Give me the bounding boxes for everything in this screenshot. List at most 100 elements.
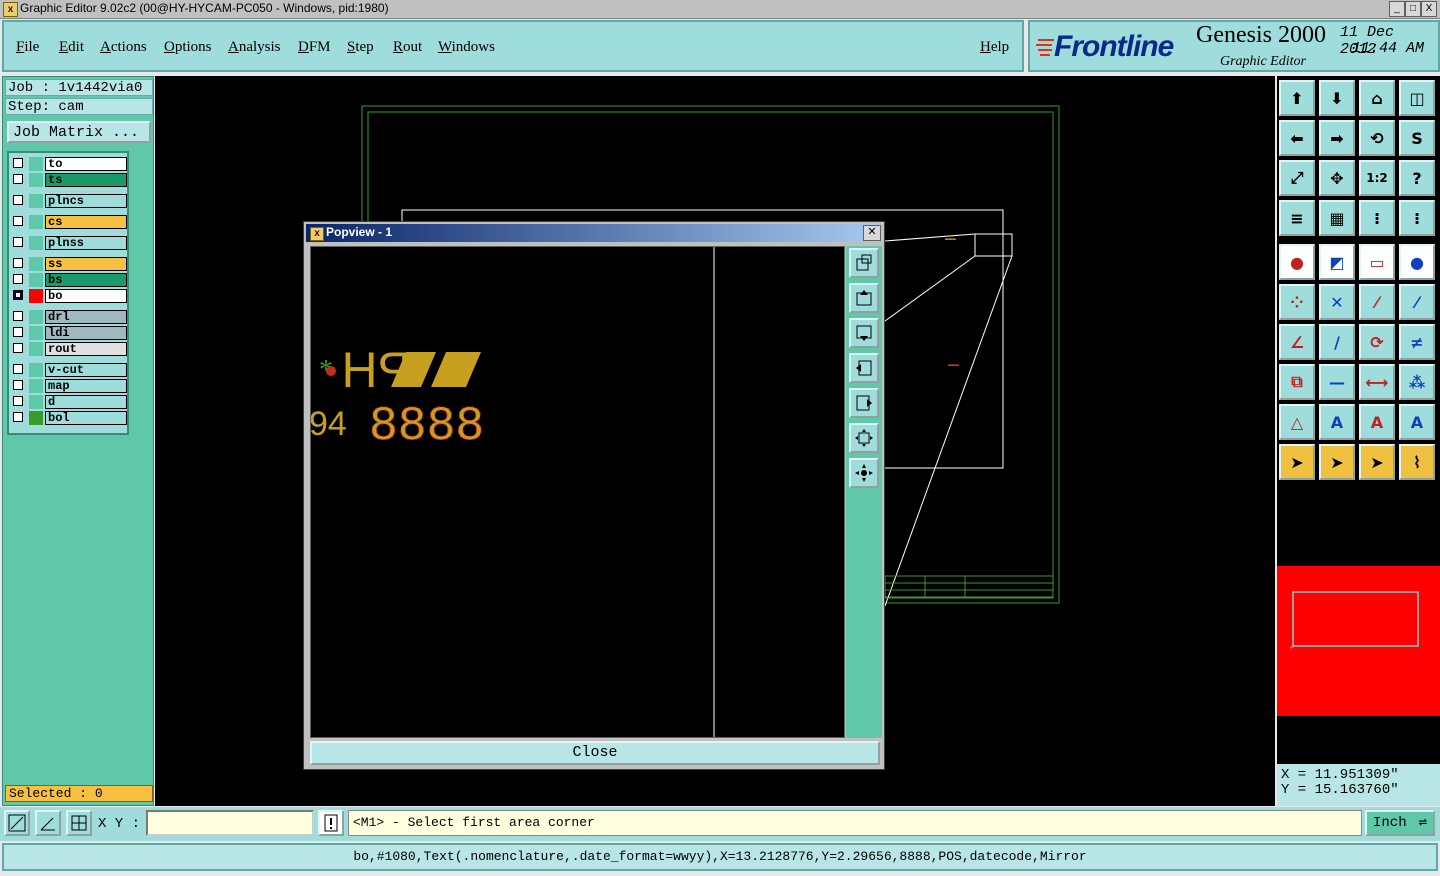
layer-color-swatch[interactable] [29,342,43,356]
pan-down-icon[interactable] [849,318,879,348]
maximize-button[interactable]: □ [1405,1,1421,17]
layer-color-swatch[interactable] [29,310,43,324]
close-window-button[interactable]: X [1421,1,1437,17]
layer-name[interactable]: d [45,395,127,409]
layer-checkbox[interactable] [13,343,23,353]
layer-row-ts[interactable]: ts [11,173,127,187]
pan-left-icon[interactable]: ⬅ [1279,120,1315,156]
layer-row-bo[interactable]: bo [11,289,127,303]
layer-checkbox[interactable] [13,237,23,247]
measure-icon[interactable]: ⟷ [1359,364,1395,400]
menu-actions[interactable]: Actions [100,39,147,56]
layer-checkbox[interactable] [13,174,23,184]
text-icon[interactable]: ≠ [1399,324,1435,360]
angle-icon[interactable]: ∠ [1279,324,1315,360]
layer-color-swatch[interactable] [29,326,43,340]
layer-name[interactable]: ss [45,257,127,271]
link-icon[interactable]: ⁄ [1359,284,1395,320]
menu-analysis[interactable]: Analysis [228,39,281,56]
layer-name[interactable]: to [45,157,127,171]
layer-name[interactable]: drl [45,310,127,324]
layer-name[interactable]: ldi [45,326,127,340]
ruler-icon[interactable]: ▭ [1359,244,1395,280]
snap-on-icon[interactable]: ⁝ [1359,200,1395,236]
layer-checkbox[interactable] [13,258,23,268]
layer-checkbox[interactable] [13,380,23,390]
layer-checkbox[interactable] [13,290,23,300]
layer-color-swatch[interactable] [29,236,43,250]
layer-row-d[interactable]: d [11,395,127,409]
layer-color-swatch[interactable] [29,273,43,287]
layer-color-swatch[interactable] [29,194,43,208]
layer-name[interactable]: v-cut [45,363,127,377]
triangle-b-icon[interactable]: A [1359,404,1395,440]
popview-close-button[interactable]: Close [310,741,880,765]
zoom-home-icon[interactable]: ✥ [1319,160,1355,196]
popview-canvas[interactable]: PH * 94 8888 [309,246,845,738]
layer-row-bol[interactable]: bol [11,411,127,425]
dash-icon[interactable]: — [1319,364,1355,400]
layer-name[interactable]: bs [45,273,127,287]
layer-row-v-cut[interactable]: v-cut [11,363,127,377]
layer-name[interactable]: plncs [45,194,127,208]
layer-color-swatch[interactable] [29,363,43,377]
connect-icon[interactable]: ⁘ [1279,284,1315,320]
popview-close-icon[interactable]: ✕ [863,225,881,241]
layer-color-swatch[interactable] [29,289,43,303]
flip-icon[interactable]: S [1399,120,1435,156]
rotate-icon[interactable]: ⟲ [1359,120,1395,156]
exclamation-icon[interactable] [318,810,344,836]
layer-checkbox[interactable] [13,364,23,374]
layer-color-swatch[interactable] [29,157,43,171]
layer-color-swatch[interactable] [29,173,43,187]
layer-color-swatch[interactable] [29,257,43,271]
menu-options[interactable]: Options [164,39,212,56]
menu-step[interactable]: Step [347,39,374,56]
help-icon[interactable]: ? [1399,160,1435,196]
layer-row-plnss[interactable]: plnss [11,236,127,250]
layer-row-ldi[interactable]: ldi [11,326,127,340]
layer-row-cs[interactable]: cs [11,215,127,229]
layer-name[interactable]: plnss [45,236,127,250]
layer-name[interactable]: bo [45,289,127,303]
pan-up-icon[interactable]: ⬆ [1279,80,1315,116]
triangle-a-icon[interactable]: A [1319,404,1355,440]
zoom-fit-icon[interactable]: ⤢ [1279,160,1315,196]
layer-row-to[interactable]: to [11,157,127,171]
route-icon[interactable]: ⌇ [1399,444,1435,480]
grid-icon[interactable]: ▦ [1319,200,1355,236]
unit-selector[interactable]: Inch ⇌ [1365,810,1435,836]
zoom-fit-icon[interactable] [849,458,879,488]
triangle-c-icon[interactable]: A [1399,404,1435,440]
menu-dfm[interactable]: DFM [298,39,331,56]
layer-checkbox[interactable] [13,412,23,422]
layer-row-drl[interactable]: drl [11,310,127,324]
pan-left-icon[interactable] [849,353,879,383]
layer-row-rout[interactable]: rout [11,342,127,356]
menu-edit[interactable]: Edit [59,39,84,56]
popview-title-bar[interactable]: x Popview - 1 ✕ [306,224,882,242]
pointer-box-alt-icon[interactable]: ➤ [1359,444,1395,480]
layer-checkbox[interactable] [13,158,23,168]
line-icon[interactable]: ◩ [1319,244,1355,280]
pan-right-icon[interactable]: ➡ [1319,120,1355,156]
layer-name[interactable]: map [45,379,127,393]
snap-off-icon[interactable]: ⁝ [1399,200,1435,236]
layer-checkbox[interactable] [13,274,23,284]
layer-color-swatch[interactable] [29,411,43,425]
layer-name[interactable]: cs [45,215,127,229]
split-view-icon[interactable]: ◫ [1399,80,1435,116]
pan-right-icon[interactable] [849,388,879,418]
layer-checkbox[interactable] [13,311,23,321]
move-icon[interactable]: ⧉ [1279,364,1315,400]
grid-snap-icon[interactable] [66,810,92,836]
overview-map[interactable]: + [1277,566,1440,716]
triangle-icon[interactable]: △ [1279,404,1315,440]
menu-windows[interactable]: Windows [438,39,495,56]
slash-icon[interactable]: / [1319,324,1355,360]
layer-row-bs[interactable]: bs [11,273,127,287]
layer-color-swatch[interactable] [29,395,43,409]
settings-icon[interactable]: ≡ [1279,200,1315,236]
layer-row-ss[interactable]: ss [11,257,127,271]
menu-rout[interactable]: Rout [393,39,422,56]
